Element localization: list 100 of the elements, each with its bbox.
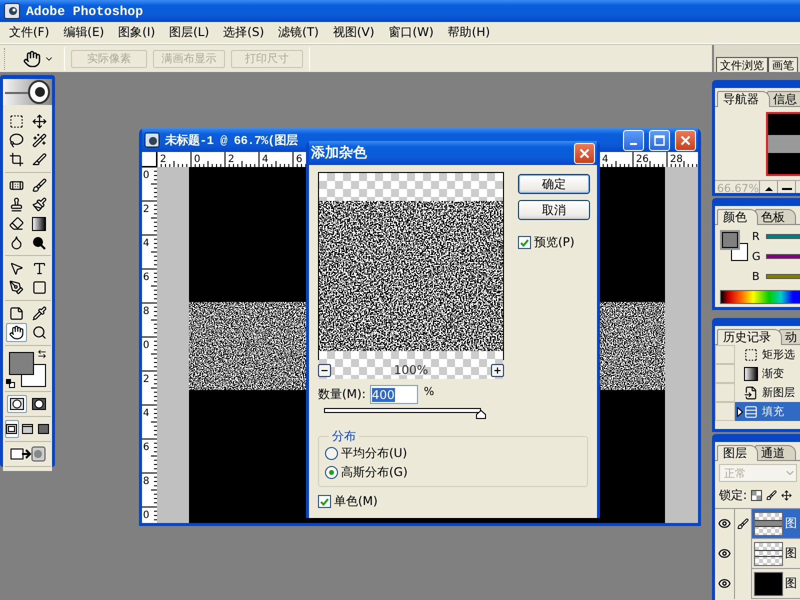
document-icon (144, 132, 160, 148)
amount-label: 数量(M): (318, 386, 366, 403)
zoom-out-button[interactable] (318, 364, 331, 376)
menu-item[interactable]: 选择(S) (216, 24, 272, 41)
checker-icon[interactable] (751, 490, 762, 501)
menu-item[interactable]: 图象(I) (111, 24, 162, 41)
ruler-number: 6 (143, 442, 150, 453)
history-item[interactable]: 渐变 (715, 364, 800, 383)
palette-well-tab[interactable]: 画笔 (768, 57, 798, 72)
ruler-number: 6 (143, 272, 150, 283)
layer-thumbnail (754, 512, 783, 536)
ok-button[interactable]: 确定 (518, 174, 590, 194)
palette-tab[interactable]: 历史记录 (717, 329, 782, 345)
tool-button[interactable] (6, 323, 26, 342)
channel-label: G (752, 250, 760, 263)
screen-mode-button[interactable] (4, 420, 18, 438)
zoom-icon (32, 325, 46, 340)
standard-mode-button[interactable] (6, 395, 26, 413)
color-spectrum[interactable] (720, 290, 800, 304)
checkbox[interactable] (518, 236, 531, 249)
menu-item[interactable]: 视图(V) (326, 24, 382, 41)
monochrome-option[interactable]: 单色(M) (318, 493, 588, 510)
palette-tab[interactable]: 导航器 (717, 91, 770, 107)
zoom-level: 100% (394, 363, 428, 377)
ruler-number: 4 (143, 408, 150, 419)
menu-item[interactable]: 图层(L) (162, 24, 216, 41)
ruler-number: 0 (143, 510, 150, 521)
maximize-button[interactable] (649, 130, 670, 150)
close-button[interactable] (574, 142, 595, 164)
state-pointer-icon[interactable] (737, 406, 743, 416)
eye-icon[interactable] (718, 547, 731, 560)
cancel-button[interactable]: 取消 (518, 200, 590, 220)
history-item[interactable]: 填充 (715, 402, 800, 421)
color-swatches-drawing[interactable] (8, 352, 46, 387)
palette-tab[interactable]: 色板 (755, 209, 796, 224)
menu-item[interactable]: 滤镜(T) (271, 24, 326, 41)
menu-item[interactable]: 帮助(H) (440, 24, 498, 41)
menu-item[interactable]: 编辑(E) (56, 24, 112, 41)
checkbox[interactable] (318, 495, 331, 508)
dodge-icon (32, 236, 46, 250)
default-colors-icon[interactable] (6, 379, 14, 388)
pointer-icon (8, 261, 24, 276)
dashed-rectangle-icon (8, 114, 24, 129)
palette-tab[interactable]: 通道 (755, 445, 796, 460)
radio-button[interactable] (325, 466, 338, 479)
palette-tab[interactable]: 颜色 (717, 209, 758, 225)
amount-slider[interactable] (321, 408, 484, 420)
move-arrows-icon[interactable] (781, 490, 792, 501)
ruler-number: 4 (143, 238, 150, 249)
minimize-button[interactable] (623, 130, 644, 150)
channel-slider[interactable] (766, 274, 800, 279)
ruler-number: 8 (143, 476, 150, 487)
menu-item[interactable]: 窗口(W) (381, 24, 441, 41)
brush-icon (32, 178, 46, 193)
history-item[interactable]: 矩形选 (715, 345, 800, 364)
close-icon (680, 134, 691, 146)
layer-row[interactable]: 图 (715, 569, 800, 599)
close-button[interactable] (675, 130, 696, 150)
close-icon (579, 148, 590, 158)
palette-tab[interactable]: 信息 (767, 91, 800, 106)
bandage-icon (8, 178, 24, 193)
menu-item[interactable]: 文件(F) (2, 24, 56, 41)
paintbrush-icon (32, 197, 46, 212)
distribution-option[interactable]: 高斯分布(G) (325, 464, 579, 481)
distribution-option[interactable]: 平均分布(U) (325, 445, 579, 462)
ruler-number: 2 (160, 154, 166, 165)
radio-button[interactable] (325, 447, 338, 460)
swap-arrows-icon[interactable] (36, 349, 46, 359)
ruler-number: 0 (143, 340, 150, 351)
channel-slider[interactable] (766, 234, 800, 239)
rows-icon (744, 404, 758, 418)
palette-well-tab[interactable]: 文件浏览 (716, 57, 768, 72)
preview-option[interactable]: 预览(P) (518, 234, 590, 251)
ruler-number: 8 (143, 306, 150, 317)
channel-slider[interactable] (766, 254, 800, 259)
zoom-in-button[interactable] (491, 364, 504, 376)
document-arrow-icon (744, 386, 758, 400)
brush-icon[interactable] (766, 490, 778, 501)
eye-icon[interactable] (718, 517, 731, 530)
palette-tab[interactable]: 动 (779, 329, 800, 344)
document-title: 未标题-1 @ 66.7%(图层 (165, 132, 298, 148)
layer-row[interactable]: 图 (715, 539, 800, 569)
type-icon (32, 261, 46, 276)
eye-icon[interactable] (718, 577, 731, 590)
gradient-icon (744, 366, 758, 380)
navigator-thumbnail[interactable] (766, 112, 800, 176)
maximize-icon (654, 134, 665, 146)
ruler-number: 2 (228, 154, 234, 165)
rectangle-icon (32, 280, 46, 295)
visibility-cell[interactable] (715, 508, 735, 538)
ruler-number: 26 (636, 154, 649, 165)
channel-label: B (752, 270, 760, 283)
ruler-number: 28 (670, 154, 683, 165)
color-swatches-drawing[interactable] (720, 230, 748, 261)
jump-to-icon[interactable] (10, 445, 46, 463)
palette-tab[interactable]: 图层 (717, 445, 758, 461)
layer-row[interactable]: 图 (715, 509, 800, 539)
crop-icon (8, 152, 24, 167)
history-item[interactable]: 新图层 (715, 383, 800, 402)
amount-input[interactable]: 400 (370, 385, 418, 404)
